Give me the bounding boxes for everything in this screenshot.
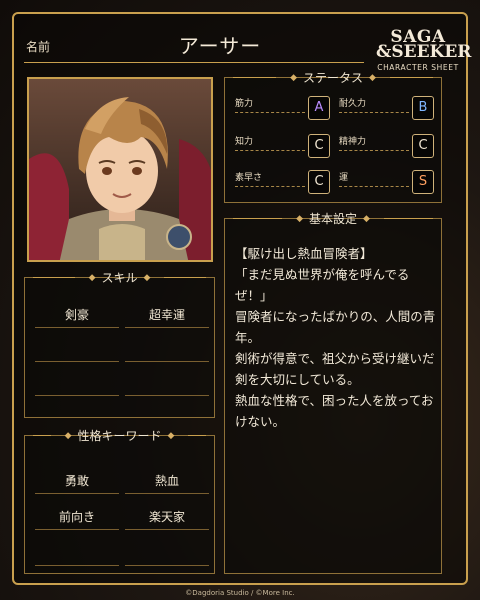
trait-item: 熱血 bbox=[125, 468, 209, 494]
status-title-row: ◆ ステータス ◆ bbox=[225, 69, 441, 86]
settings-line: 剣術が得意で、祖父から受け継いだ剣を大切にしている。 bbox=[235, 351, 435, 387]
settings-line: 熱血な性格で、困った人を放っておけない。 bbox=[235, 393, 434, 429]
stat-label: 筋力 bbox=[235, 99, 254, 109]
stat-grade: A bbox=[308, 96, 330, 120]
settings-line: 【駆け出し熱血冒険者】 bbox=[235, 246, 373, 261]
skills-title-row: ◆ スキル ◆ bbox=[25, 269, 214, 286]
status-panel: ◆ ステータス ◆ 筋力 A 耐久力 B 知力 C 精神力 C 素早さ C 運 … bbox=[224, 71, 442, 203]
personality-panel: ◆ 性格キーワード ◆ 勇敢 熱血 前向き 楽天家 bbox=[24, 429, 215, 574]
stat-grade: C bbox=[308, 134, 330, 158]
stat-intelligence: 知力 C bbox=[235, 134, 330, 162]
portrait-illustration bbox=[29, 79, 211, 260]
stat-grade: C bbox=[308, 170, 330, 194]
stat-grade: B bbox=[412, 96, 434, 120]
stat-strength: 筋力 A bbox=[235, 96, 330, 124]
stat-label: 素早さ bbox=[235, 173, 263, 183]
settings-line: 「まだ見ぬ世界が俺を呼んでるぜ！」 bbox=[235, 267, 410, 303]
skills-panel: ◆ スキル ◆ 剣豪 超幸運 bbox=[24, 271, 215, 418]
copyright-text: ©Dagdoria Studio / ©More Inc. bbox=[185, 589, 295, 597]
stat-grade: S bbox=[412, 170, 434, 194]
settings-title-row: ◆ 基本設定 ◆ bbox=[225, 210, 441, 227]
name-underline bbox=[24, 62, 364, 63]
personality-title: 性格キーワード bbox=[77, 429, 162, 443]
trait-item bbox=[35, 540, 119, 566]
personality-title-row: ◆ 性格キーワード ◆ bbox=[25, 427, 214, 444]
stat-label: 精神力 bbox=[339, 137, 367, 147]
skill-item bbox=[125, 370, 209, 396]
trait-item: 前向き bbox=[35, 504, 119, 530]
skill-item bbox=[35, 336, 119, 362]
character-portrait bbox=[27, 77, 213, 262]
skill-item bbox=[125, 336, 209, 362]
stat-luck: 運 S bbox=[339, 170, 434, 198]
settings-title: 基本設定 bbox=[309, 212, 358, 226]
stat-label: 知力 bbox=[235, 137, 254, 147]
settings-description: 【駆け出し熱血冒険者】 「まだ見ぬ世界が俺を呼んでるぜ！」 冒険者になったばかり… bbox=[235, 243, 439, 432]
skill-item: 剣豪 bbox=[35, 302, 119, 328]
basic-settings-panel: ◆ 基本設定 ◆ 【駆け出し熱血冒険者】 「まだ見ぬ世界が俺を呼んでるぜ！」 冒… bbox=[224, 212, 442, 574]
stat-spirit: 精神力 C bbox=[339, 134, 434, 162]
skills-title: スキル bbox=[101, 271, 138, 285]
stat-label: 運 bbox=[339, 173, 349, 183]
stat-agility: 素早さ C bbox=[235, 170, 330, 198]
name-label: 名前 bbox=[26, 40, 51, 54]
logo-line2: &SEEKER bbox=[376, 42, 472, 62]
settings-line: 冒険者になったばかりの、人間の青年。 bbox=[235, 309, 436, 345]
skill-item bbox=[35, 370, 119, 396]
skill-item: 超幸運 bbox=[125, 302, 209, 328]
trait-item: 楽天家 bbox=[125, 504, 209, 530]
stat-endurance: 耐久力 B bbox=[339, 96, 434, 124]
saga-seeker-logo: SAGA &SEEKER CHARACTER SHEET bbox=[376, 29, 472, 73]
status-title: ステータス bbox=[303, 71, 364, 85]
stat-grade: C bbox=[412, 134, 434, 158]
trait-item bbox=[125, 540, 209, 566]
trait-item: 勇敢 bbox=[35, 468, 119, 494]
character-name: アーサー bbox=[178, 34, 262, 58]
stat-label: 耐久力 bbox=[339, 99, 367, 109]
